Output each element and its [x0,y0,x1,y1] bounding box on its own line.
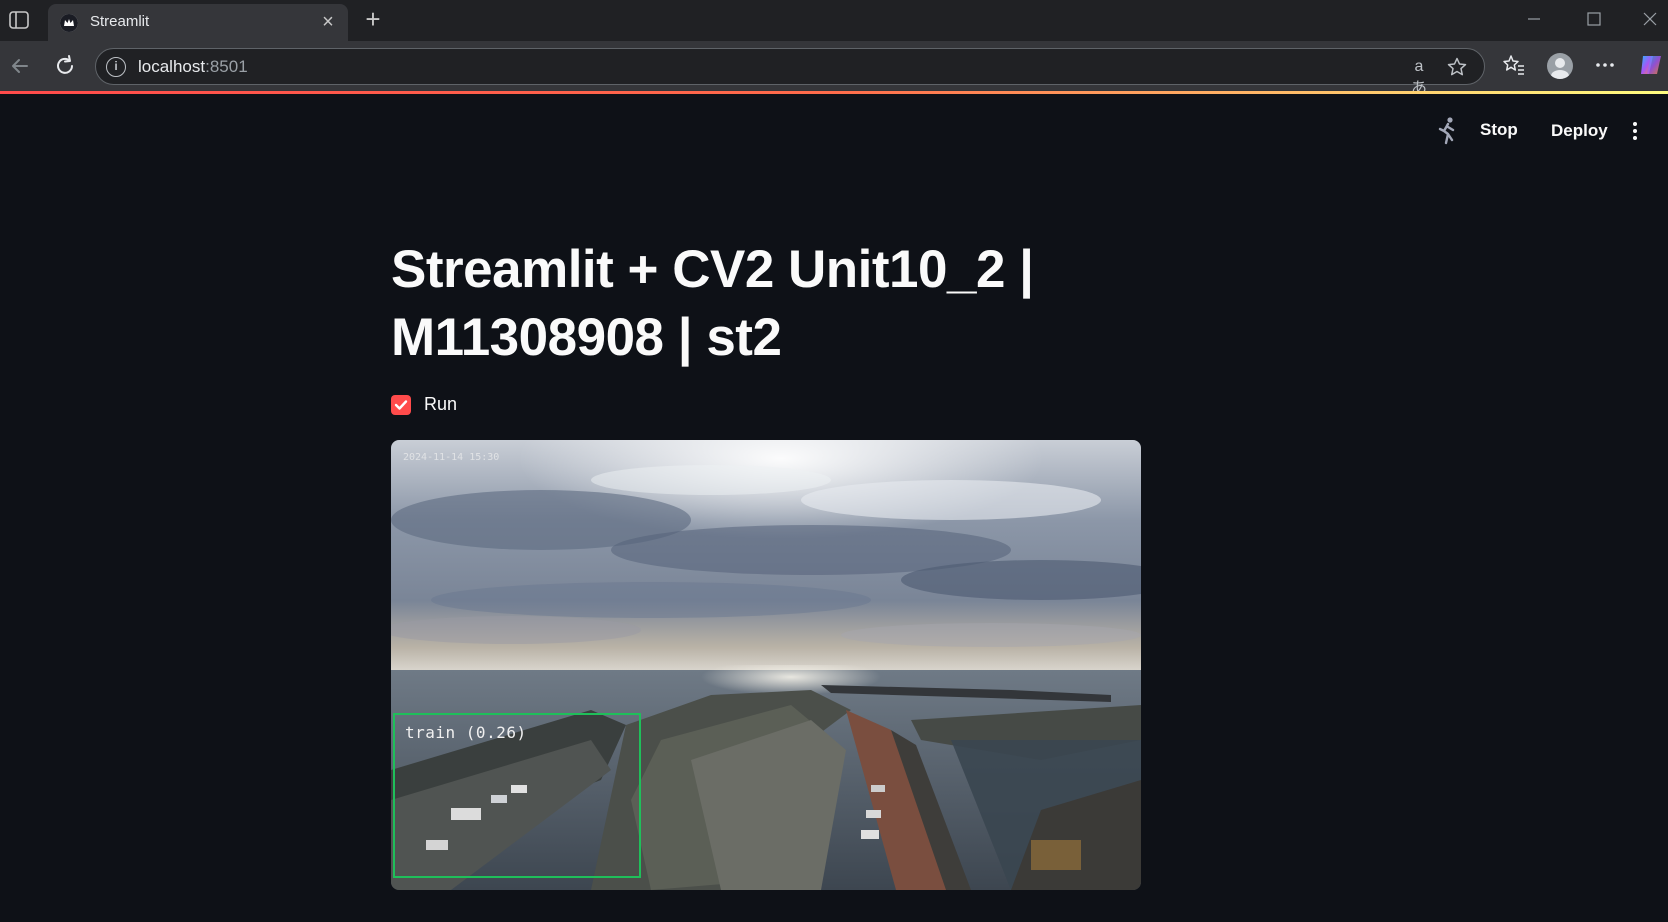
minimize-icon[interactable] [1522,8,1546,30]
info-icon[interactable]: i [106,57,126,77]
reload-icon[interactable] [52,53,78,79]
vertical-dots-icon[interactable] [1630,120,1640,142]
window-close-icon[interactable] [1638,8,1662,30]
deploy-button[interactable]: Deploy [1551,121,1608,141]
favorites-icon[interactable] [1500,51,1528,79]
camera-timestamp: 2024-11-14 15:30 [403,452,500,463]
video-frame-image: 2024-11-14 15:30 train (0.26) [391,440,1141,890]
url-text[interactable]: localhost:8501 [138,57,248,77]
plus-icon[interactable]: + [360,6,386,32]
checkbox-label: Run [424,394,458,414]
browser-toolbar: i localhost:8501 aあ [0,41,1668,97]
page-title: Streamlit + CV2 Unit10_2 | M11308908 | s… [391,236,1151,372]
close-icon[interactable]: × [318,12,338,32]
browser-tab-strip: Streamlit × + [0,0,1668,41]
page-title-line-1: Streamlit + CV2 Unit10_2 | [391,240,1034,299]
url-port: :8501 [205,57,248,76]
star-icon[interactable] [1446,56,1468,78]
streamlit-crown-icon [60,14,78,32]
checkbox-checked-icon[interactable] [391,395,411,415]
browser-tab[interactable]: Streamlit × [48,4,348,41]
more-icon[interactable] [1591,51,1619,79]
back-arrow-icon[interactable] [7,53,33,79]
running-man-icon [1434,116,1460,146]
detection-label: train (0.26) [405,723,527,742]
app-header: Stop Deploy [0,94,1668,166]
tab-sidebar-icon[interactable] [8,9,30,31]
tab-title: Streamlit [90,13,150,30]
translate-icon[interactable]: aあ [1408,56,1430,97]
copilot-icon[interactable] [1637,51,1665,79]
address-bar[interactable]: i localhost:8501 aあ [95,48,1485,97]
url-host: localhost [138,57,206,76]
stop-button[interactable]: Stop [1480,120,1518,140]
page-title-line-2: M11308908 | st2 [391,308,782,367]
maximize-icon[interactable] [1582,8,1606,30]
profile-icon[interactable] [1547,53,1573,79]
